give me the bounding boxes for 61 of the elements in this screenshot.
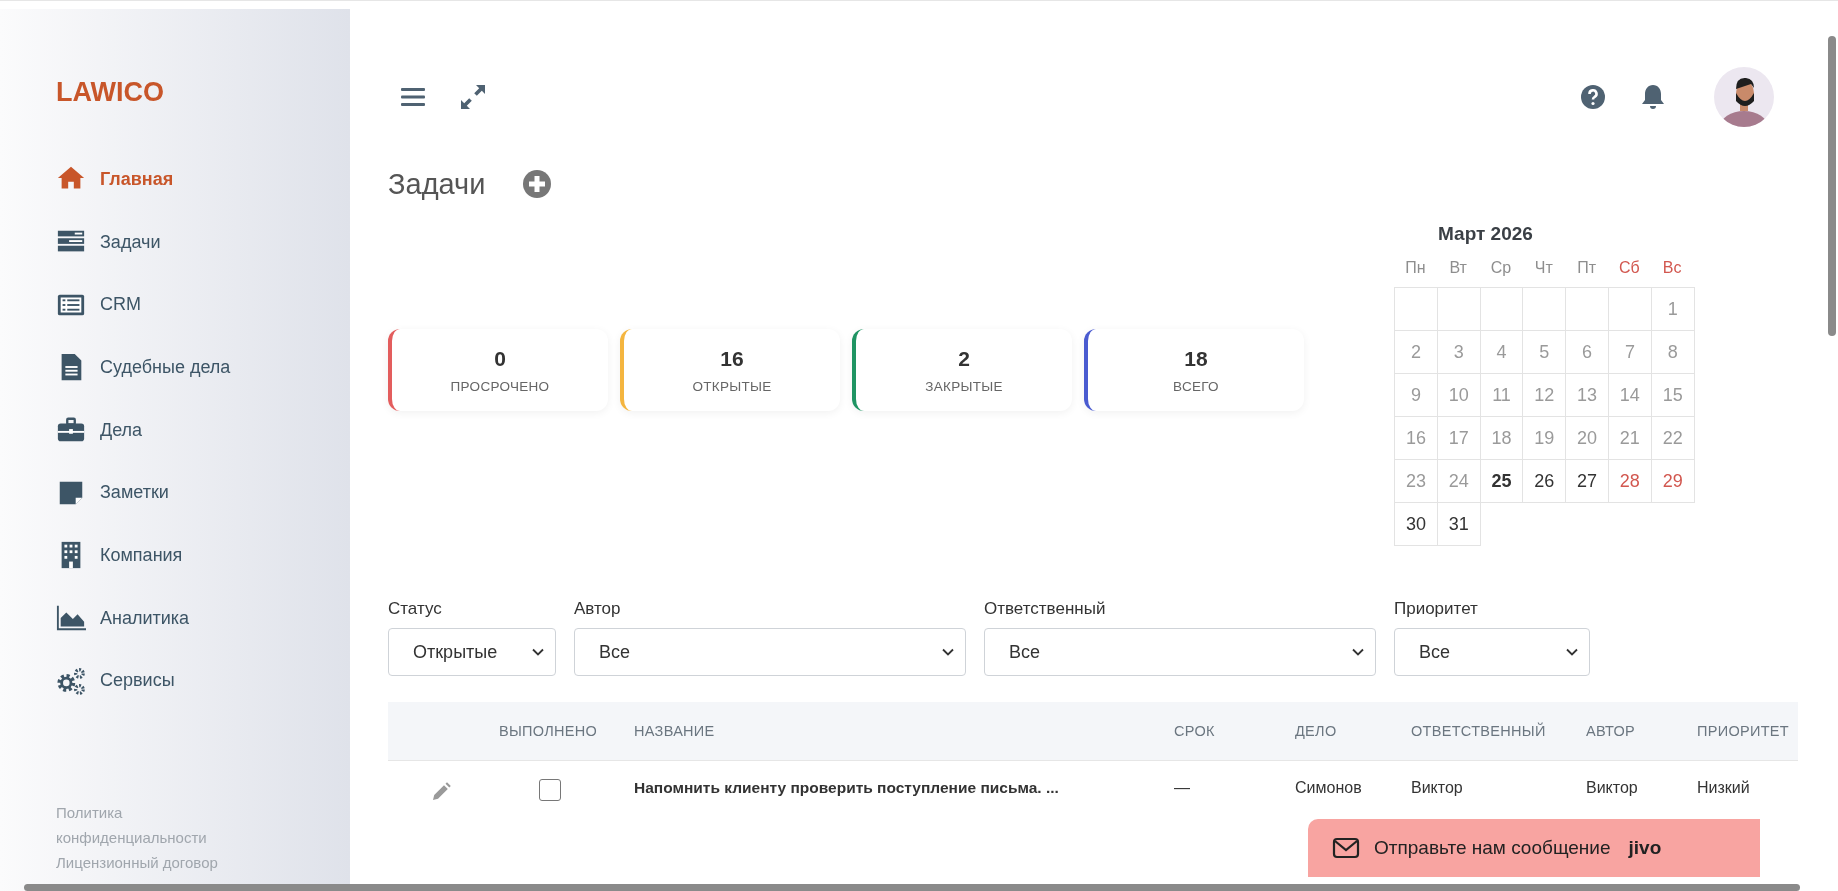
add-icon[interactable] <box>521 168 554 200</box>
calendar-day[interactable]: 31 <box>1436 502 1481 546</box>
filter-label: Ответственный <box>984 599 1107 619</box>
footer-link[interactable]: Лицензионный договор <box>56 850 218 875</box>
filter-label: Автор <box>574 599 622 619</box>
task-title[interactable]: Напомнить клиенту проверить поступление письма. ... <box>628 760 1168 821</box>
filter-select[interactable]: Все <box>574 628 966 676</box>
weekday-label: Вт <box>1448 258 1468 278</box>
sidebar-item[interactable]: Дела <box>56 398 143 462</box>
scrollbar[interactable] <box>24 884 1800 891</box>
mail-icon <box>1332 836 1360 860</box>
stat-value: 16 <box>720 346 744 371</box>
filter-select[interactable]: Открытые <box>388 628 556 676</box>
stat-label: ЗАКРЫТЫЕ <box>925 378 1003 394</box>
filter-label: Статус <box>388 599 443 619</box>
expand-icon[interactable] <box>458 82 488 112</box>
stat-value: 2 <box>958 346 970 371</box>
sidebar-item[interactable]: Главная <box>56 148 174 211</box>
sidebar-item[interactable]: Сервисы <box>56 649 175 713</box>
stat-value: 18 <box>1184 346 1208 371</box>
weekday-label: Ср <box>1489 258 1513 278</box>
calendar-cell <box>1394 287 1438 331</box>
sidebar-item[interactable]: Компания <box>56 524 183 587</box>
sidebar-item[interactable]: Задачи <box>56 210 161 274</box>
chat-brand: jivo <box>1628 837 1662 859</box>
calendar-day[interactable]: 1 <box>1650 287 1695 331</box>
sidebar-item[interactable]: Аналитика <box>56 586 190 650</box>
scrollbar[interactable] <box>1828 36 1836 336</box>
calendar-day[interactable]: 29 <box>1650 459 1695 503</box>
sidebar-item[interactable]: Судебные дела <box>56 336 231 399</box>
filter-select[interactable]: Все <box>984 628 1376 676</box>
done-checkbox[interactable] <box>539 779 561 801</box>
weekday-label: Пт <box>1576 258 1597 278</box>
stat-label: ОТКРЫТЫЕ <box>692 378 772 394</box>
column-header[interactable]: ДЕЛО <box>1289 702 1405 761</box>
help-icon[interactable] <box>1578 82 1608 112</box>
column-header[interactable]: АВТОР <box>1580 702 1691 761</box>
nav-icon <box>56 665 86 696</box>
column-header[interactable]: ПРИОРИТЕТ <box>1691 702 1798 761</box>
calendar-day[interactable]: 30 <box>1394 502 1438 546</box>
weekday-label: Вс <box>1661 258 1683 278</box>
stat-label: ПРОСРОЧЕНО <box>450 378 550 394</box>
chat-widget[interactable]: Отправьте нам сообщение jivo <box>1308 819 1760 877</box>
calendar-title: Март 2026 <box>1437 223 1534 245</box>
sidebar-item[interactable]: CRM <box>56 273 141 337</box>
weekday-label: Пн <box>1404 258 1427 278</box>
column-header[interactable]: ВЫПОЛНЕНО <box>493 702 628 761</box>
weekday-label: Сб <box>1618 258 1641 278</box>
logo: LAWICO <box>56 77 164 108</box>
page-title: Задачи <box>388 167 486 201</box>
table-cell: — <box>1168 760 1289 821</box>
filter-label: Приоритет <box>1394 599 1479 619</box>
filter-select[interactable]: Все <box>1394 628 1590 676</box>
column-header[interactable]: СРОК <box>1168 702 1289 761</box>
footer-link[interactable]: Политика конфиденциальности <box>56 800 261 850</box>
weekday-label: Чт <box>1533 258 1554 278</box>
column-header[interactable]: НАЗВАНИЕ <box>628 702 1168 761</box>
sidebar-item[interactable]: Заметки <box>56 461 169 525</box>
column-header[interactable]: ОТВЕТСТВЕННЫЙ <box>1405 702 1580 761</box>
stat-label: ВСЕГО <box>1173 378 1219 394</box>
stat-value: 0 <box>494 346 506 371</box>
